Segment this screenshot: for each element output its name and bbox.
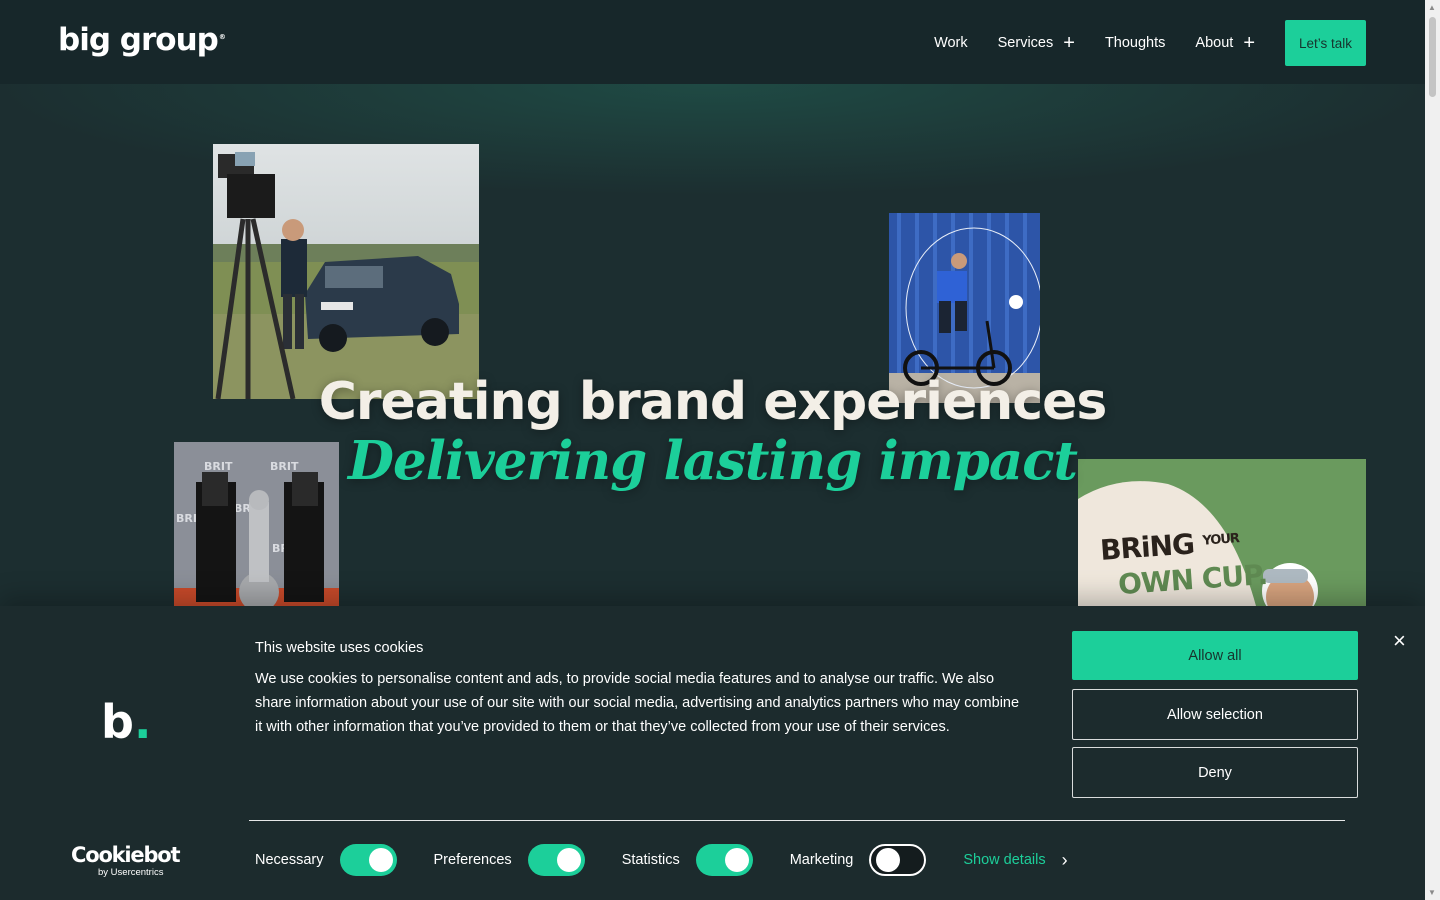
allow-selection-button[interactable]: Allow selection — [1072, 689, 1358, 740]
scroll-down-arrow-icon[interactable]: ▼ — [1428, 888, 1436, 897]
plus-icon[interactable]: + — [1063, 33, 1075, 53]
nav-about[interactable]: About + — [1195, 33, 1255, 53]
chevron-right-icon: › — [1061, 849, 1068, 870]
nav-thoughts[interactable]: Thoughts — [1105, 35, 1165, 51]
toggle-label: Preferences — [433, 852, 512, 868]
cookie-title: This website uses cookies — [255, 640, 424, 656]
switch-knob — [556, 848, 581, 872]
toggle-label: Necessary — [255, 852, 324, 868]
brand-dot: . — [133, 695, 152, 749]
cookiebot-wordmark: Cookiebot — [71, 843, 181, 867]
cookiebot-logo[interactable]: Cookiebot by Usercentrics — [71, 843, 181, 879]
allow-all-button[interactable]: Allow all — [1072, 631, 1358, 680]
logo-text: big group — [58, 22, 219, 58]
hero-headline: Creating brand experiences — [318, 372, 1108, 432]
logo-registered-mark: ® — [218, 32, 226, 41]
toggle-preferences: Preferences — [434, 844, 585, 876]
main-nav: Work Services + Thoughts About + Let’s t… — [904, 20, 1366, 66]
nav-thoughts-label: Thoughts — [1104, 35, 1166, 51]
toggle-marketing: Marketing — [790, 844, 927, 876]
nav-services[interactable]: Services + — [998, 33, 1075, 53]
nav-about-label: About — [1195, 35, 1234, 51]
switch-knob — [368, 848, 393, 872]
cookie-divider — [249, 820, 1345, 821]
big-group-logo[interactable]: big group® — [58, 22, 226, 58]
switch-knob — [876, 848, 901, 872]
deny-button[interactable]: Deny — [1072, 747, 1358, 798]
scroll-thumb[interactable] — [1429, 17, 1436, 97]
site-header: big group® Work Services + Thoughts Abou… — [0, 0, 1425, 84]
statistics-switch[interactable] — [695, 844, 753, 876]
consent-toggles: Necessary Preferences Statistics Marketi… — [255, 844, 1068, 876]
nav-services-label: Services — [997, 35, 1054, 51]
switch-knob — [724, 848, 749, 872]
toggle-statistics: Statistics — [622, 844, 753, 876]
lets-talk-button[interactable]: Let’s talk — [1285, 20, 1366, 66]
cookie-consent-banner: b. This website uses cookies We use cook… — [0, 606, 1425, 900]
brand-letter: b — [101, 695, 134, 749]
cookie-description: We use cookies to personalise content an… — [255, 671, 1020, 735]
toggle-label: Statistics — [621, 852, 680, 868]
preferences-switch[interactable] — [527, 844, 585, 876]
hero-subheadline: Delivering lasting impact — [348, 430, 1078, 492]
close-icon[interactable]: × — [1393, 628, 1406, 654]
scroll-up-arrow-icon[interactable]: ▲ — [1428, 3, 1436, 12]
photo-camera-car[interactable] — [213, 144, 479, 399]
page-scrollbar[interactable]: ▲ ▼ — [1425, 0, 1440, 900]
show-details-link[interactable]: Show details › — [963, 850, 1067, 871]
plus-icon[interactable]: + — [1243, 33, 1255, 53]
toggle-label: Marketing — [789, 852, 854, 868]
show-details-label: Show details — [963, 852, 1046, 868]
cookiebot-byline: by Usercentrics — [98, 867, 164, 878]
marketing-switch[interactable] — [869, 844, 927, 876]
hero-section: BRITBRIT BRITBRIT BRIT BRiNG YOUR O — [0, 84, 1425, 606]
big-group-b-logo: b. — [101, 699, 151, 745]
nav-work[interactable]: Work — [934, 35, 968, 51]
nav-work-label: Work — [934, 35, 968, 51]
toggle-necessary: Necessary — [255, 844, 397, 876]
necessary-switch[interactable] — [339, 844, 397, 876]
